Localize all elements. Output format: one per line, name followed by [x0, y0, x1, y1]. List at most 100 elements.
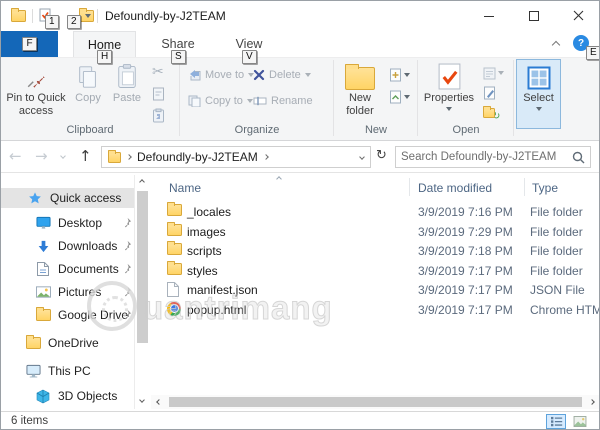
sidebar-item-label: OneDrive [48, 336, 99, 350]
search-input[interactable] [401, 151, 572, 163]
pin-icon[interactable] [121, 263, 132, 274]
select-button[interactable]: Select [516, 59, 561, 129]
dropdown-caret [304, 73, 311, 77]
sidebar-scrollbar[interactable] [134, 175, 150, 409]
sidebar-item-desktop[interactable]: Desktop [35, 213, 102, 233]
history-button[interactable]: ↻ [483, 104, 501, 122]
copy-path-button[interactable] [152, 85, 170, 103]
file-type: File folder [530, 263, 583, 278]
open-button[interactable] [483, 64, 509, 82]
edit-button[interactable] [483, 84, 501, 102]
group-separator [179, 60, 180, 136]
breadcrumb-chevron[interactable] [262, 154, 269, 160]
file-row[interactable]: scripts 3/9/2019 7:18 PM File folder [151, 241, 599, 261]
forward-button[interactable]: → [35, 147, 48, 165]
easy-access-button[interactable] [389, 88, 415, 106]
sidebar-item-downloads[interactable]: Downloads [35, 236, 117, 256]
move-to-label: Move to [205, 69, 245, 81]
sidebar-item-label: Documents [58, 262, 119, 276]
maximize-button[interactable] [511, 1, 556, 30]
pin-icon[interactable] [121, 217, 132, 228]
details-view-button[interactable] [546, 414, 566, 429]
move-to-button[interactable]: Move to [187, 66, 255, 84]
select-grid-icon [527, 60, 551, 90]
refresh-button[interactable]: ↻ [376, 148, 387, 163]
new-item-icon [390, 68, 401, 82]
copy-to-button[interactable]: Copy to [187, 92, 253, 110]
sidebar-item-this-pc[interactable]: This PC [25, 361, 91, 381]
sidebar-item-quick-access[interactable]: Quick access [1, 188, 134, 208]
monitor-icon [35, 216, 51, 230]
qat-customize-dropdown[interactable] [85, 14, 91, 18]
copy-button[interactable]: Copy [69, 60, 107, 126]
properties-label: Properties [423, 92, 475, 104]
close-button[interactable] [556, 1, 599, 30]
breadcrumb-path[interactable]: Defoundly-by-J2TEAM [137, 150, 258, 164]
sidebar-item-google-drive[interactable]: Google Drive [35, 305, 128, 325]
keytip-file: F [22, 37, 37, 51]
column-header-name[interactable]: Name [169, 181, 201, 195]
minimize-ribbon-chevron[interactable] [551, 40, 561, 50]
file-row[interactable]: styles 3/9/2019 7:17 PM File folder [151, 260, 599, 281]
minimize-button[interactable] [466, 1, 511, 30]
pin-to-quick-access-button[interactable]: Pin to Quick access [5, 60, 67, 126]
scroll-left-arrow[interactable] [156, 399, 162, 405]
horizontal-scrollbar[interactable] [151, 395, 599, 409]
new-item-button[interactable] [389, 66, 415, 84]
paste-shortcut-button[interactable] [152, 106, 170, 124]
column-header-type[interactable]: Type [532, 181, 558, 195]
address-dropdown-chevron[interactable] [359, 154, 365, 160]
json-file-icon [167, 282, 179, 300]
file-type: Chrome HTM [530, 302, 600, 317]
properties-button[interactable]: Properties [422, 60, 476, 126]
file-row[interactable]: _locales 3/9/2019 7:16 PM File folder [151, 202, 599, 222]
file-type: JSON File [530, 283, 585, 297]
pin-icon[interactable] [121, 309, 132, 320]
recent-locations-chevron[interactable] [60, 153, 66, 159]
file-row[interactable]: images 3/9/2019 7:29 PM File folder [151, 221, 599, 242]
group-label-organize: Organize [234, 124, 280, 136]
file-date: 3/9/2019 7:17 PM [418, 263, 513, 278]
scrollbar-thumb[interactable] [137, 191, 148, 343]
file-name: scripts [187, 244, 222, 258]
address-bar[interactable]: Defoundly-by-J2TEAM [101, 146, 371, 168]
up-button[interactable]: ↑ [79, 147, 92, 165]
column-header-date-modified[interactable]: Date modified [418, 181, 492, 195]
column-headers: Name Date modified Type [151, 175, 599, 201]
scroll-right-arrow[interactable] [589, 399, 595, 405]
scroll-down-arrow[interactable] [139, 397, 145, 403]
cube-icon [35, 389, 51, 404]
edit-icon [484, 86, 495, 100]
pin-icon[interactable] [121, 286, 132, 297]
file-date: 3/9/2019 7:29 PM [418, 224, 513, 239]
scroll-up-arrow[interactable] [139, 179, 145, 185]
cut-button[interactable]: ✂ [152, 63, 170, 81]
new-folder-button[interactable]: New folder [337, 60, 383, 126]
rename-button[interactable]: Rename [253, 92, 313, 110]
file-date: 3/9/2019 7:18 PM [418, 244, 513, 258]
paste-button[interactable]: Paste [107, 60, 147, 126]
large-icons-view-button[interactable] [570, 414, 590, 429]
rename-label: Rename [271, 95, 313, 107]
pin-icon[interactable] [121, 240, 132, 251]
back-button[interactable]: ← [9, 147, 22, 165]
star-icon [27, 191, 43, 205]
rename-icon [253, 96, 267, 106]
sidebar-item-documents[interactable]: Documents [35, 259, 119, 279]
delete-button[interactable]: Delete [253, 66, 311, 84]
search-icon[interactable] [572, 151, 585, 164]
sidebar-item-label: Quick access [50, 191, 122, 205]
column-divider[interactable] [409, 178, 410, 196]
copy-icon [76, 60, 100, 90]
scrollbar-thumb[interactable] [169, 397, 582, 407]
sidebar-item-label: Downloads [58, 239, 118, 253]
tab-file[interactable]: F [1, 31, 58, 57]
file-row[interactable]: manifest.json 3/9/2019 7:17 PM JSON File [151, 280, 599, 300]
column-divider[interactable] [524, 178, 525, 196]
sidebar-item-pictures[interactable]: Pictures [35, 282, 101, 302]
sidebar-item-3d-objects[interactable]: 3D Objects [35, 386, 117, 406]
breadcrumb-chevron[interactable] [126, 154, 132, 160]
sidebar-item-onedrive[interactable]: OneDrive [25, 333, 99, 353]
file-row[interactable]: popup.html 3/9/2019 7:17 PM Chrome HTM [151, 300, 599, 320]
group-label-new: New [364, 124, 387, 136]
